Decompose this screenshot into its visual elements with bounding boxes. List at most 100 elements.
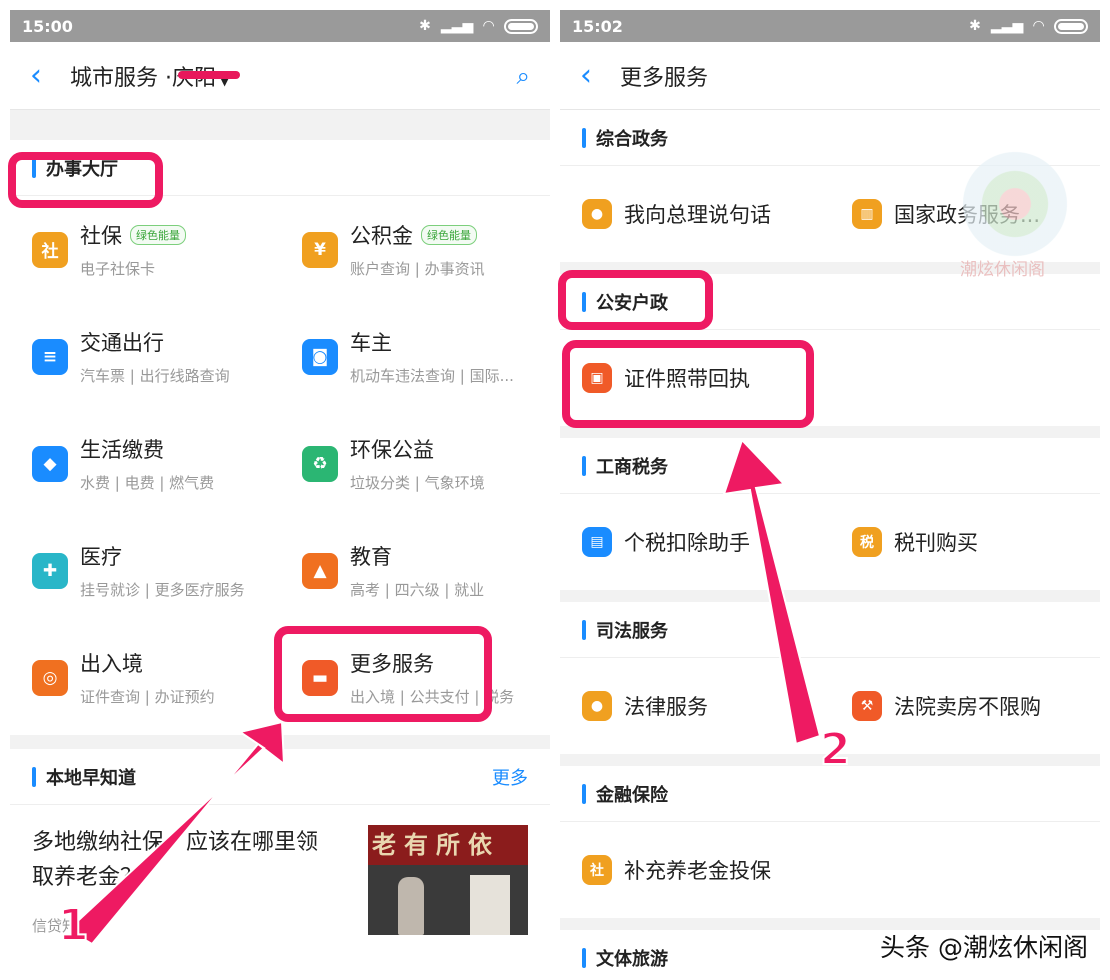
service-title-text: 出入境 bbox=[80, 652, 143, 676]
news-thumbnail[interactable]: 老有所依 bbox=[368, 825, 528, 935]
back-arrow-icon[interactable]: ‹ bbox=[30, 58, 70, 93]
service-item[interactable]: ✚ 医疗挂号就诊 | 更多医疗服务 bbox=[10, 517, 280, 624]
step-number-1: 1 bbox=[57, 899, 90, 952]
bluetooth-icon: ✱ bbox=[969, 18, 981, 34]
nav-bar: ‹ 城市服务 · 庆阳▼ ⌕ bbox=[10, 42, 550, 110]
service-title: 生活缴费 bbox=[80, 434, 214, 464]
court-gavel-icon: ⚒ bbox=[852, 691, 882, 721]
globe-plane-icon: ◎ bbox=[32, 659, 68, 696]
service-subtitle: 汽车票 | 出行线路查询 bbox=[80, 367, 230, 385]
section-title: 司法服务 bbox=[596, 620, 668, 642]
service-item[interactable]: ▤ 个税扣除助手 bbox=[560, 527, 830, 557]
service-item[interactable]: ♻ 环保公益 垃圾分类 | 气象环境 bbox=[280, 410, 550, 517]
service-subtitle: 高考 | 四六级 | 就业 bbox=[350, 581, 485, 599]
thumbnail-sign-text: 老有所依 bbox=[368, 825, 528, 865]
service-subtitle: 水费 | 电费 | 燃气费 bbox=[80, 474, 215, 492]
tax-document-icon: ▤ bbox=[582, 527, 612, 557]
wifi-icon: ◠ bbox=[1033, 18, 1044, 34]
status-icons: ✱ ▂▃▅ ◠ bbox=[419, 18, 538, 34]
medical-heart-icon: ✚ bbox=[32, 552, 68, 589]
service-subtitle: 挂号就诊 | 更多医疗服务 bbox=[80, 581, 245, 599]
service-title: 出入境 bbox=[80, 648, 215, 678]
status-icons: ✱ ▂▃▅ ◠ bbox=[969, 18, 1088, 34]
service-item[interactable]: ¥ 公积金 绿色能量账户查询 | 办事资讯 bbox=[280, 196, 550, 303]
service-title: 环保公益 bbox=[350, 434, 485, 464]
tax-journal-icon: 税 bbox=[852, 527, 882, 557]
status-bar: 15:00 ✱ ▂▃▅ ◠ bbox=[10, 10, 550, 42]
news-title[interactable]: 多地缴纳社保，应该在哪里领取养老金？ bbox=[32, 825, 332, 895]
section-accent-bar bbox=[582, 783, 586, 804]
service-item[interactable]: ◙ 车主 机动车违法查询 | 国际... bbox=[280, 303, 550, 410]
battery-icon bbox=[504, 18, 538, 34]
divider bbox=[10, 735, 550, 749]
service-row: 社补充养老金投保 bbox=[560, 822, 1100, 918]
service-title: 教育 bbox=[350, 541, 484, 571]
status-time: 15:00 bbox=[22, 16, 73, 36]
premier-person-icon: ● bbox=[582, 199, 612, 229]
service-title-text: 公积金 bbox=[350, 224, 413, 248]
section-title: 金融保险 bbox=[596, 784, 668, 806]
redaction-mark bbox=[178, 70, 240, 79]
car-icon: ◙ bbox=[302, 338, 338, 375]
pension-shield-icon: 社 bbox=[582, 855, 612, 885]
service-item[interactable]: ≡ 交通出行汽车票 | 出行线路查询 bbox=[10, 303, 280, 410]
service-label: 补充养老金投保 bbox=[624, 859, 771, 883]
more-link[interactable]: 更多 bbox=[492, 764, 528, 790]
battery-icon bbox=[1054, 18, 1088, 34]
service-title: 公积金 绿色能量 bbox=[350, 220, 485, 250]
service-title-text: 社保 bbox=[80, 224, 122, 248]
highlight-id-photo bbox=[562, 340, 814, 428]
service-subtitle: 垃圾分类 | 气象环境 bbox=[350, 474, 485, 492]
section-accent-bar bbox=[32, 766, 36, 787]
watermark-logo-text: 潮炫休闲阁 bbox=[960, 260, 1045, 280]
service-title-text: 教育 bbox=[350, 545, 392, 569]
traffic-light-icon: ≡ bbox=[32, 338, 68, 375]
service-item[interactable]: 社补充养老金投保 bbox=[560, 855, 830, 885]
signal-icon: ▂▃▅ bbox=[440, 18, 474, 34]
service-item[interactable]: ● 法律服务 bbox=[560, 691, 830, 721]
highlight-police bbox=[558, 270, 713, 330]
service-item[interactable]: 税税刊购买 bbox=[830, 527, 1100, 557]
highlight-more-services bbox=[274, 626, 492, 722]
page-title: 更多服务 bbox=[620, 65, 709, 91]
service-item[interactable]: ◎ 出入境 证件查询 | 办证预约 bbox=[10, 624, 280, 731]
section-header: 司法服务 bbox=[560, 602, 1100, 658]
city-selector[interactable]: 庆阳▼ bbox=[172, 60, 240, 92]
news-item[interactable]: 多地缴纳社保，应该在哪里领取养老金？ 信贷知识 老有所依 bbox=[10, 805, 550, 956]
banner-strip bbox=[10, 110, 550, 140]
service-title-text: 车主 bbox=[350, 331, 392, 355]
search-icon[interactable]: ⌕ bbox=[517, 62, 530, 90]
housing-fund-house-icon: ¥ bbox=[302, 231, 338, 268]
service-item[interactable]: ◆ 生活缴费 水费 | 电费 | 燃气费 bbox=[10, 410, 280, 517]
watermark-text: 头条 @潮炫休闲阁 bbox=[880, 933, 1088, 962]
service-item[interactable]: ▲ 教育高考 | 四六级 | 就业 bbox=[280, 517, 550, 624]
graduation-cap-icon: ▲ bbox=[302, 552, 338, 589]
green-energy-badge: 绿色能量 bbox=[130, 225, 186, 245]
service-label: 法院卖房不限购 bbox=[894, 695, 1041, 719]
lawyer-icon: ● bbox=[582, 691, 612, 721]
service-title: 交通出行 bbox=[80, 327, 230, 357]
service-subtitle: 电子社保卡 bbox=[80, 260, 156, 278]
section-title: 综合政务 bbox=[596, 128, 668, 150]
service-item[interactable]: 社社保 绿色能量 电子社保卡 bbox=[10, 196, 280, 303]
service-title-text: 交通出行 bbox=[80, 331, 164, 355]
service-title: 车主 bbox=[350, 327, 514, 357]
service-title-text: 环保公益 bbox=[350, 438, 434, 462]
highlight-hall bbox=[8, 152, 163, 208]
service-title: 医疗 bbox=[80, 541, 245, 571]
service-label: 我向总理说句话 bbox=[624, 203, 771, 227]
watermark-logo-icon bbox=[960, 150, 1070, 270]
service-title-text: 生活缴费 bbox=[80, 438, 164, 462]
signal-icon: ▂▃▅ bbox=[990, 18, 1024, 34]
service-item[interactable]: ⚒ 法院卖房不限购 bbox=[830, 691, 1100, 721]
service-item[interactable]: ● 我向总理说句话 bbox=[560, 199, 830, 229]
service-subtitle: 账户查询 | 办事资讯 bbox=[350, 260, 485, 278]
status-bar: 15:02 ✱ ▂▃▅ ◠ bbox=[560, 10, 1100, 42]
status-time: 15:02 bbox=[572, 16, 623, 36]
service-label: 法律服务 bbox=[624, 695, 708, 719]
section-header: 工商税务 bbox=[560, 438, 1100, 494]
nav-bar: ‹ 更多服务 bbox=[560, 42, 1100, 110]
back-arrow-icon[interactable]: ‹ bbox=[580, 58, 620, 93]
government-building-icon: ▥ bbox=[852, 199, 882, 229]
section-accent-bar bbox=[582, 619, 586, 640]
